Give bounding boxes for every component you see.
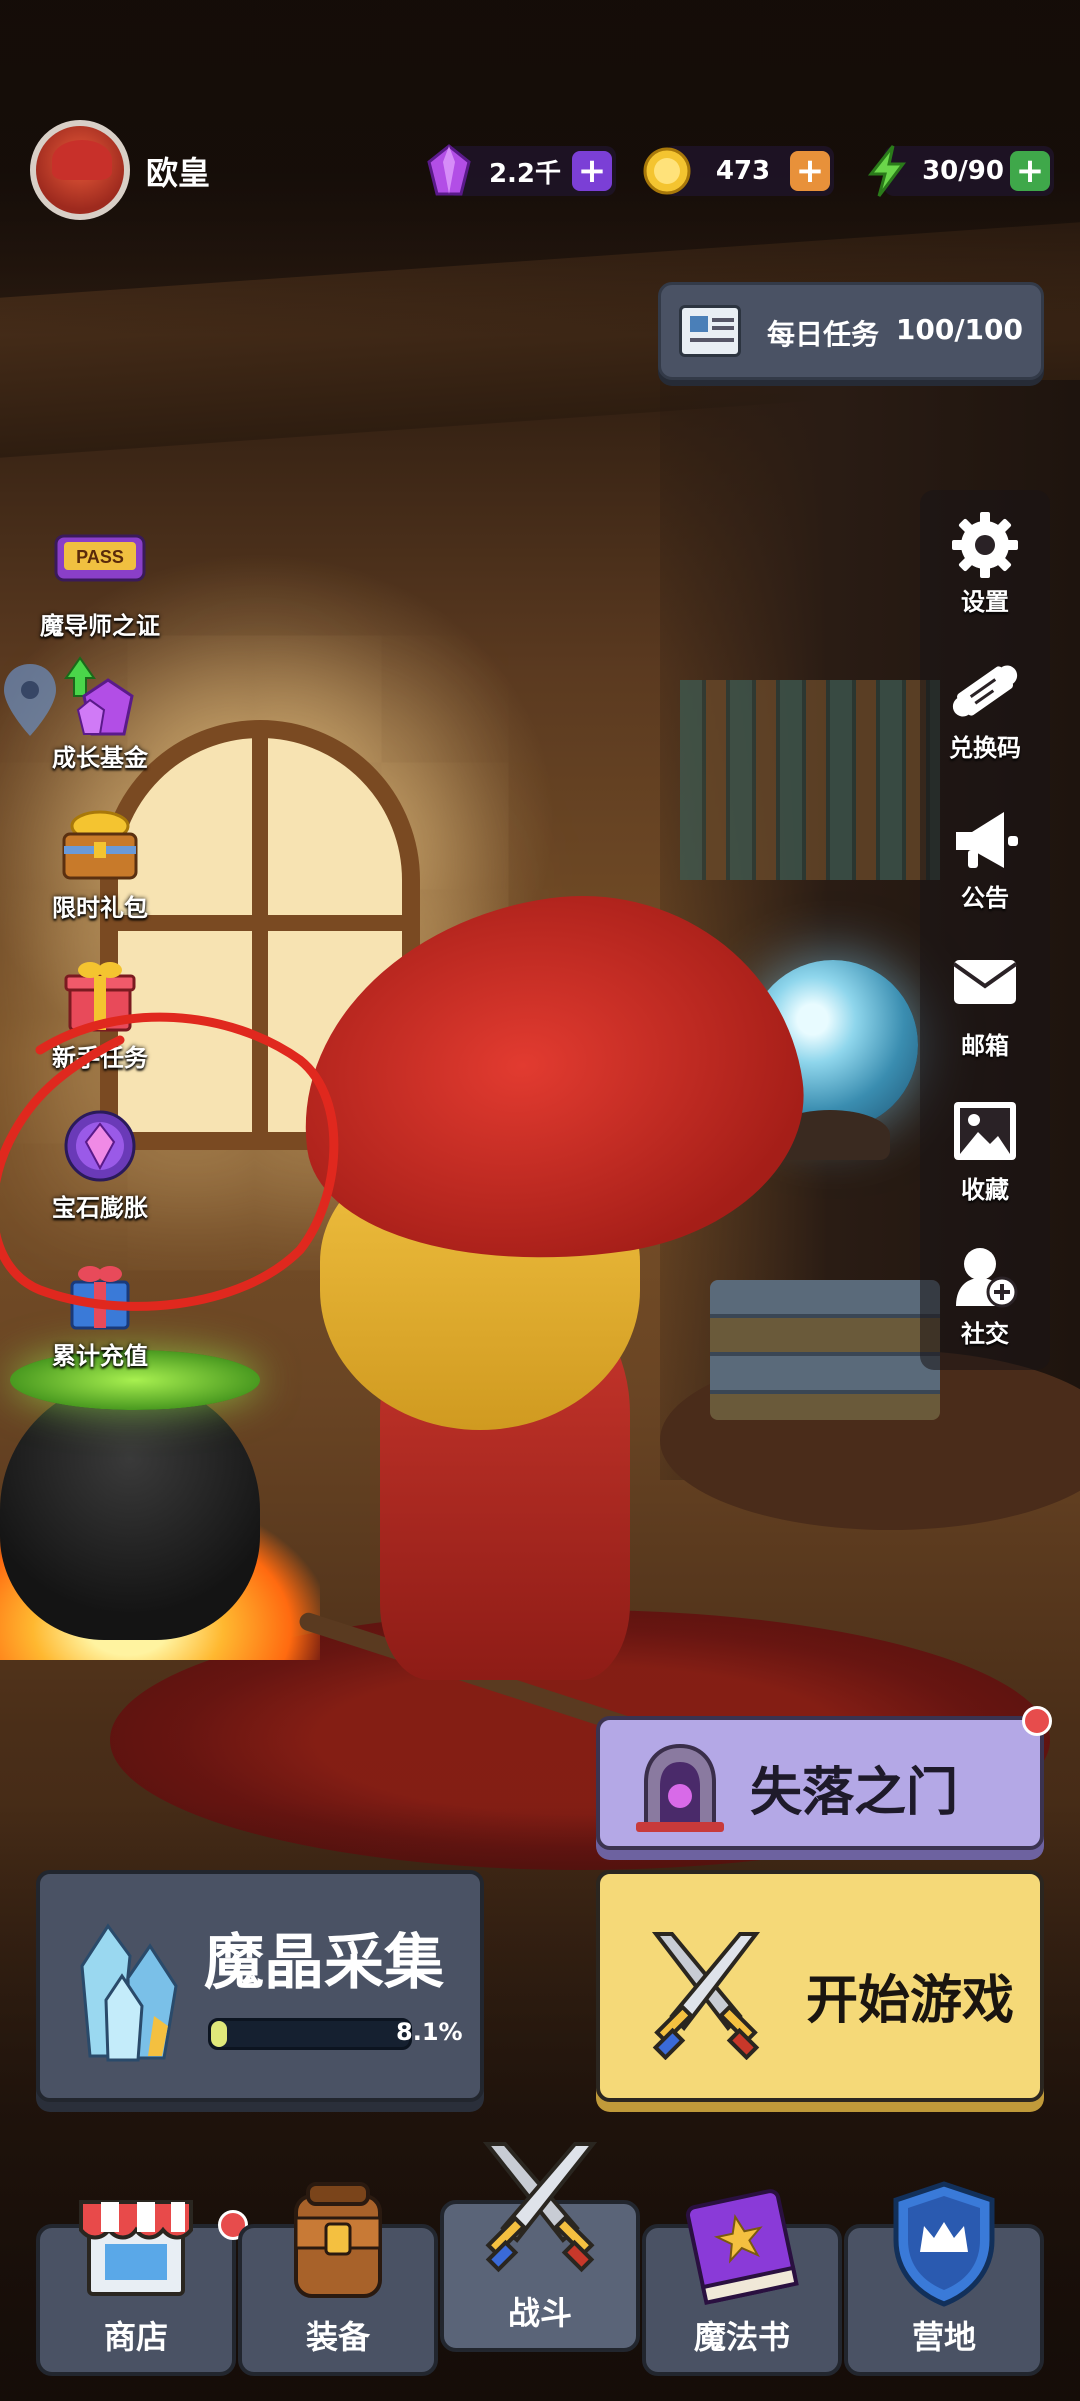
nav-label: 战斗	[507, 2294, 572, 2332]
image-icon	[948, 1096, 1022, 1170]
left-menu-label: 成长基金	[52, 744, 148, 772]
crystal-progress-text: 8.1%	[396, 2018, 463, 2046]
nav-shop[interactable]: 商店	[36, 2200, 236, 2376]
nav-spellbook[interactable]: 魔法书	[642, 2189, 842, 2376]
bottom-nav: 商店 装备 战斗 魔法书 营地	[0, 2142, 1080, 2401]
right-menu-label: 收藏	[961, 1176, 1009, 1204]
nav-label: 商店	[103, 2318, 168, 2356]
start-game-button[interactable]: 开始游戏	[596, 1870, 1044, 2102]
nav-camp[interactable]: 营地	[844, 2181, 1044, 2376]
nav-label: 魔法书	[693, 2318, 790, 2356]
right-menu-announcement[interactable]: 公告	[920, 804, 1050, 913]
right-menu-social[interactable]: 社交	[920, 1240, 1050, 1349]
notification-badge	[1022, 1706, 1052, 1736]
left-menu-gem-expand[interactable]: 宝石膨胀	[0, 1106, 200, 1223]
right-menu-label: 社交	[961, 1320, 1009, 1348]
left-menu-label: 累计充值	[52, 1342, 148, 1370]
daily-task-button[interactable]: 每日任务 100/100	[658, 282, 1044, 380]
lightning-icon	[860, 142, 914, 200]
left-menu-label: 宝石膨胀	[52, 1194, 148, 1222]
crystal-collect-title: 魔晶采集	[204, 1928, 444, 1998]
energy-value: 30/90	[922, 156, 1004, 186]
shield-crown-icon	[884, 2178, 1004, 2308]
right-menu-panel	[920, 490, 1050, 1370]
mail-icon	[948, 952, 1022, 1026]
energy-counter[interactable]: 30/90 +	[867, 145, 1054, 197]
lost-gate-label: 失落之门	[750, 1763, 959, 1823]
right-menu-settings[interactable]: 设置	[920, 508, 1050, 617]
gem-expand-icon	[45, 1106, 155, 1190]
player-name: 欧皇	[146, 154, 211, 192]
player-avatar[interactable]	[30, 120, 130, 220]
newspaper-icon	[679, 305, 741, 357]
megaphone-icon	[948, 804, 1022, 878]
left-menu-label: 魔导师之证	[40, 612, 160, 640]
backpack-icon	[278, 2178, 398, 2302]
daily-task-label: 每日任务	[767, 318, 880, 351]
gift-box-icon	[45, 956, 155, 1040]
gear-icon	[948, 508, 1022, 582]
lost-gate-button[interactable]: 失落之门	[596, 1716, 1044, 1850]
add-energy-button[interactable]: +	[1010, 151, 1050, 191]
crystal-cluster-icon	[68, 1916, 192, 2066]
nav-equipment[interactable]: 装备	[238, 2182, 438, 2376]
right-menu-label: 公告	[961, 884, 1009, 912]
gem-value: 2.2千	[488, 158, 562, 189]
right-menu-redeem-code[interactable]: 兑换码	[920, 654, 1050, 763]
crystal-collect-button[interactable]: 魔晶采集 8.1%	[36, 1870, 484, 2102]
left-menu-pass[interactable]: PASS 魔导师之证	[0, 524, 200, 641]
left-menu-novice-tasks[interactable]: 新手任务	[0, 956, 200, 1073]
gem-counter[interactable]: 2.2千 +	[427, 144, 616, 196]
right-menu-label: 邮箱	[961, 1032, 1009, 1060]
crystal-progress-fill	[211, 2021, 228, 2047]
add-friend-icon	[948, 1240, 1022, 1314]
left-menu-limited-pack[interactable]: 限时礼包	[0, 806, 200, 923]
coin-counter[interactable]: 473 +	[643, 146, 834, 196]
add-coins-button[interactable]: +	[790, 151, 830, 191]
shop-icon	[71, 2182, 201, 2302]
gold-coin-icon	[640, 142, 694, 200]
left-menu-cumulative-topup[interactable]: 累计充值	[0, 1254, 200, 1371]
crossed-swords-icon	[636, 1920, 776, 2061]
treasure-chest-icon	[45, 806, 155, 890]
nav-label: 装备	[305, 2318, 370, 2356]
right-menu-label: 兑换码	[949, 734, 1021, 762]
purple-gem-icon	[422, 142, 476, 200]
crystal-progress-bar	[208, 2018, 412, 2050]
coin-value: 473	[715, 156, 771, 186]
pass-ticket-icon: PASS	[45, 524, 155, 608]
daily-task-progress: 100/100	[895, 313, 1023, 346]
nav-battle[interactable]: 战斗	[440, 2142, 640, 2352]
stone-portal-icon	[632, 1738, 728, 1834]
left-menu-label: 新手任务	[52, 1044, 148, 1072]
crossed-swords-icon	[465, 2134, 615, 2274]
start-game-label: 开始游戏	[806, 1971, 1015, 2031]
left-menu-label: 限时礼包	[52, 894, 148, 922]
add-gems-button[interactable]: +	[572, 151, 612, 191]
nav-label: 营地	[911, 2318, 976, 2356]
avatar-hat-icon	[52, 140, 112, 180]
svg-text:PASS: PASS	[76, 547, 124, 567]
gift-icon	[45, 1254, 155, 1338]
location-pin-icon	[0, 660, 60, 740]
growth-gem-icon	[45, 656, 155, 740]
right-menu-mailbox[interactable]: 邮箱	[920, 952, 1050, 1061]
spellbook-icon	[677, 2182, 807, 2306]
right-menu-label: 设置	[961, 588, 1009, 616]
right-menu-collection[interactable]: 收藏	[920, 1096, 1050, 1205]
scroll-icon	[948, 654, 1022, 728]
